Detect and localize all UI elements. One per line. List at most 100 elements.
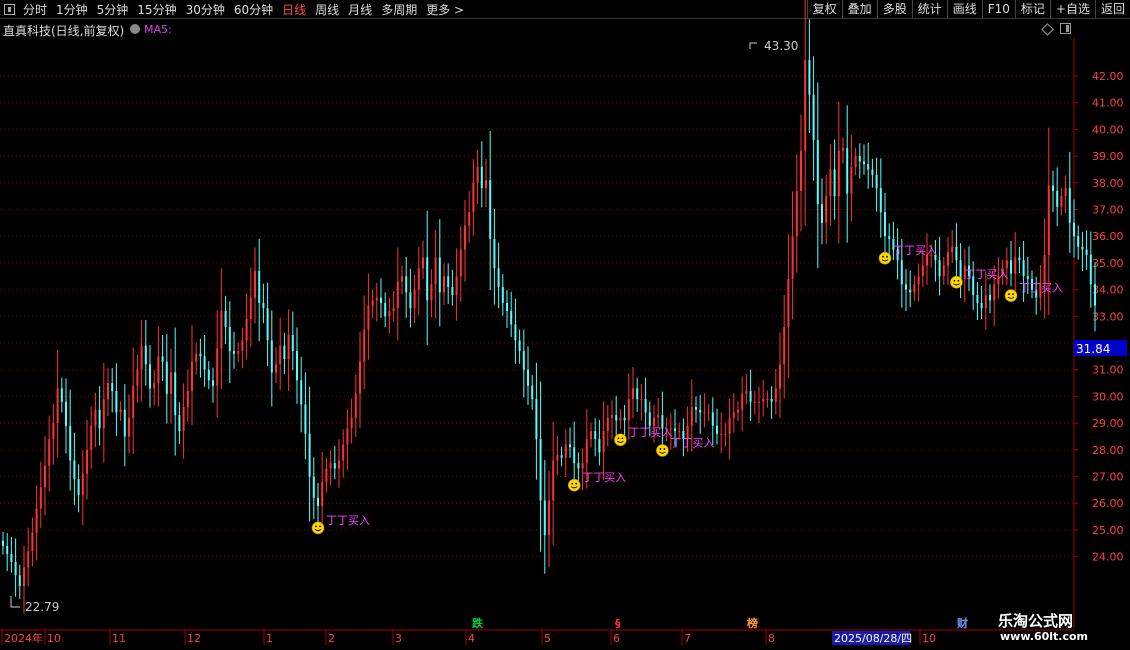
event-marker[interactable]: 榜 [747,616,758,630]
event-marker[interactable]: 跌 [472,616,484,630]
candle-body [1014,257,1017,274]
candle-body [44,465,46,488]
smiley-eye [882,255,884,258]
candle-body [69,425,72,461]
candle-body [833,169,836,197]
candle-body [31,532,34,552]
candle-body [560,455,563,458]
candle-body [837,150,840,197]
candle-body [678,431,681,433]
candle-body [1077,236,1080,247]
candle-body [531,385,534,400]
candle-body [132,385,135,418]
candle-body [980,302,983,309]
candle-body [548,500,550,536]
candle-body [863,161,865,165]
kline-chart[interactable]: 42.00 41.00 40.00 39.00 38.00 37.00 36.00 35.00… [0,0,1130,650]
candle-body [808,59,811,95]
candle-body [522,351,525,370]
candle-body [90,425,93,450]
candle-body [993,284,996,301]
candle-body [392,308,395,311]
candle-body [749,391,752,402]
buy-signal-label: 丁丁买入 [893,244,937,257]
candle-body [195,353,198,362]
event-markers: 跌 § 榜 财 [472,616,968,630]
event-marker[interactable]: § [615,617,621,630]
candle-body [342,444,345,461]
candle-body [136,369,139,386]
price-tick-label: 28.00 [1092,444,1124,457]
time-label: 10 [47,632,61,645]
price-tick-label: 42.00 [1092,70,1124,83]
candle-body [879,188,882,213]
smiley-icon [950,275,963,289]
candle-body [766,399,769,401]
candle-body [170,372,172,394]
candle-body [321,481,324,506]
candle-body [417,268,420,290]
candle-body [81,473,84,496]
smiley-eye [1008,293,1010,295]
candle-body [476,166,479,183]
smiley-icon [1004,289,1018,302]
candle-body [153,383,156,389]
price-tick-label: 33.00 [1092,310,1124,323]
candle-body [254,270,256,298]
candle-body [438,257,441,293]
candle-body [2,540,4,546]
candle-body [262,302,265,309]
price-axis: 42.00 41.00 40.00 39.00 38.00 37.00 36.00 35.00… [1074,70,1124,564]
candle-body [405,276,408,293]
smiley-eye [571,482,574,485]
price-tick-label: 39.00 [1092,150,1124,163]
candle-body [564,444,567,458]
candle-body [249,297,252,319]
price-grid [0,75,1074,558]
candle-body [98,409,101,429]
candle-body [556,455,559,461]
candle-body [430,284,433,301]
candle-body [1047,185,1050,255]
watermark-logo: 乐淘公式网 [998,612,1074,630]
candle-body [657,415,660,418]
candle-body [123,409,126,437]
candle-body [917,276,920,285]
price-tick-label: 27.00 [1092,471,1124,484]
smiley-eye [953,279,956,282]
time-label: 10 [922,632,936,645]
candle-body [224,310,227,327]
candle-body [245,318,248,341]
candle-body [144,345,147,365]
candle-body [451,286,454,295]
candle-body [128,417,130,437]
candle-body [413,289,416,309]
candle-body [220,310,223,349]
candle-body [884,212,886,237]
candle-body [1085,249,1088,255]
candle-body [1018,257,1021,261]
candle-body [724,433,727,435]
candle-body [779,364,781,389]
candle-body [287,334,290,360]
candle-body [468,212,471,226]
candle-body [1081,246,1084,250]
candle-body [241,340,244,352]
candle-body [65,401,67,426]
candle-body [1068,188,1071,223]
candle-body [535,399,538,440]
candle-body [800,150,802,191]
candle-body [569,444,571,448]
low-marker [10,596,20,608]
time-label: 6 [613,632,620,645]
candle-body [333,463,336,469]
watermark-url: www.60lt.com [1000,630,1089,643]
smiley-icon [878,251,892,265]
event-marker[interactable]: 财 [956,616,968,630]
price-tick-label: 29.00 [1092,417,1124,430]
smiley-eye [319,525,321,528]
candle-body [279,345,282,365]
price-tick-label: 31.00 [1092,364,1124,377]
candle-body [338,460,340,469]
candle-body [258,270,261,303]
